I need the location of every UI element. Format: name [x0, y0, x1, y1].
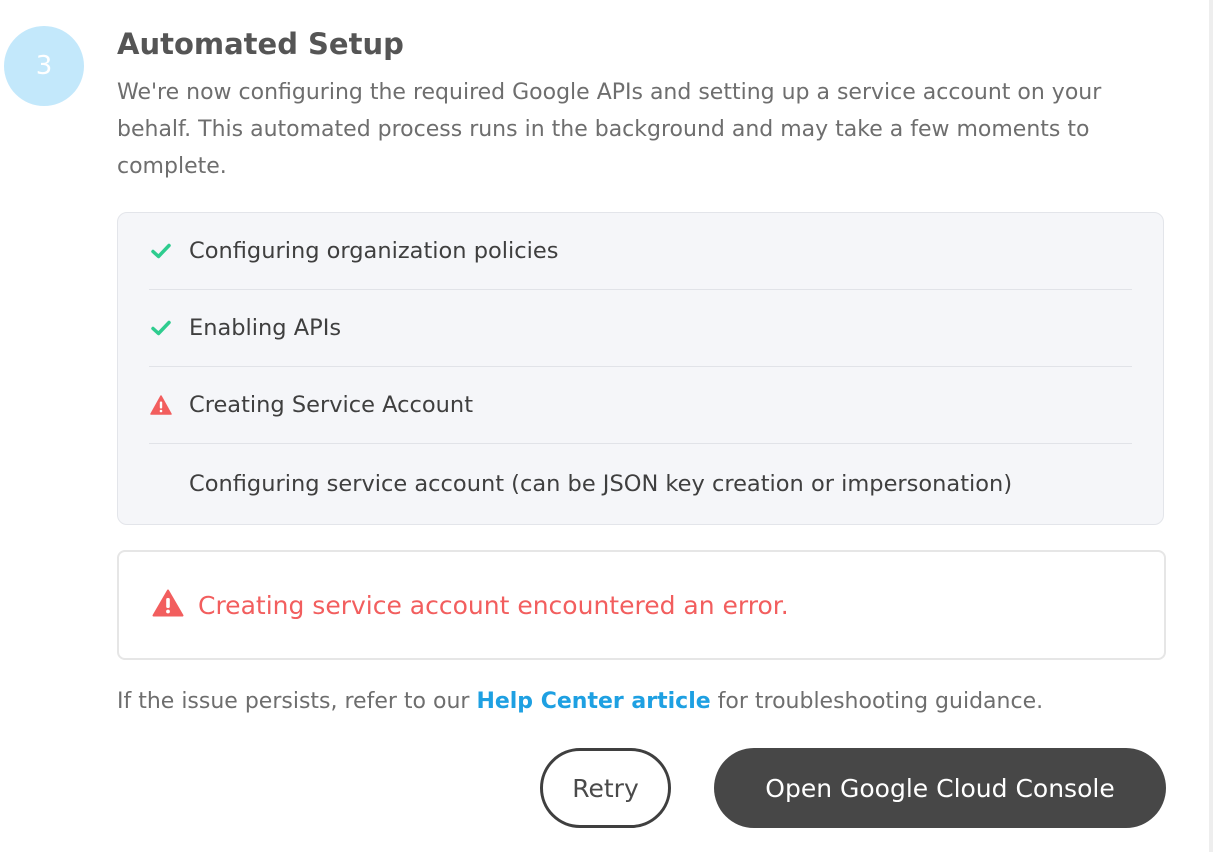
step-description: We're now configuring the required Googl…: [117, 80, 1102, 179]
open-google-cloud-console-button[interactable]: Open Google Cloud Console: [714, 748, 1166, 828]
progress-item: Creating Service Account: [149, 367, 1132, 444]
help-suffix: for troubleshooting guidance.: [710, 689, 1044, 714]
help-prefix: If the issue persists, refer to our: [117, 689, 477, 714]
progress-item-label: Enabling APIs: [189, 315, 342, 341]
help-text: If the issue persists, refer to our Help…: [117, 687, 1166, 717]
help-center-link[interactable]: Help Center article: [476, 689, 710, 714]
scrollbar-track: [1209, 0, 1213, 852]
progress-item-label: Configuring service account (can be JSON…: [189, 471, 1013, 497]
step-title: Automated Setup: [117, 27, 404, 61]
warning-icon: [152, 589, 184, 621]
progress-item-label: Creating Service Account: [189, 392, 474, 418]
error-message: Creating service account encountered an …: [198, 590, 789, 620]
error-alert: Creating service account encountered an …: [117, 550, 1166, 660]
progress-list: Configuring organization policies Enabli…: [117, 212, 1164, 525]
progress-item-label: Configuring organization policies: [189, 238, 559, 264]
check-icon: [149, 239, 173, 263]
step-content: Automated Setup We're now configuring th…: [117, 22, 1166, 717]
setup-page: 3 Automated Setup We're now configuring …: [0, 0, 1213, 852]
progress-item: Enabling APIs: [149, 290, 1132, 367]
pending-placeholder-icon: [149, 472, 173, 496]
warning-icon: [149, 393, 173, 417]
retry-button[interactable]: Retry: [540, 748, 671, 828]
step-number-badge: 3: [4, 26, 84, 106]
check-icon: [149, 316, 173, 340]
progress-item: Configuring service account (can be JSON…: [149, 444, 1132, 524]
progress-item: Configuring organization policies: [149, 213, 1132, 290]
